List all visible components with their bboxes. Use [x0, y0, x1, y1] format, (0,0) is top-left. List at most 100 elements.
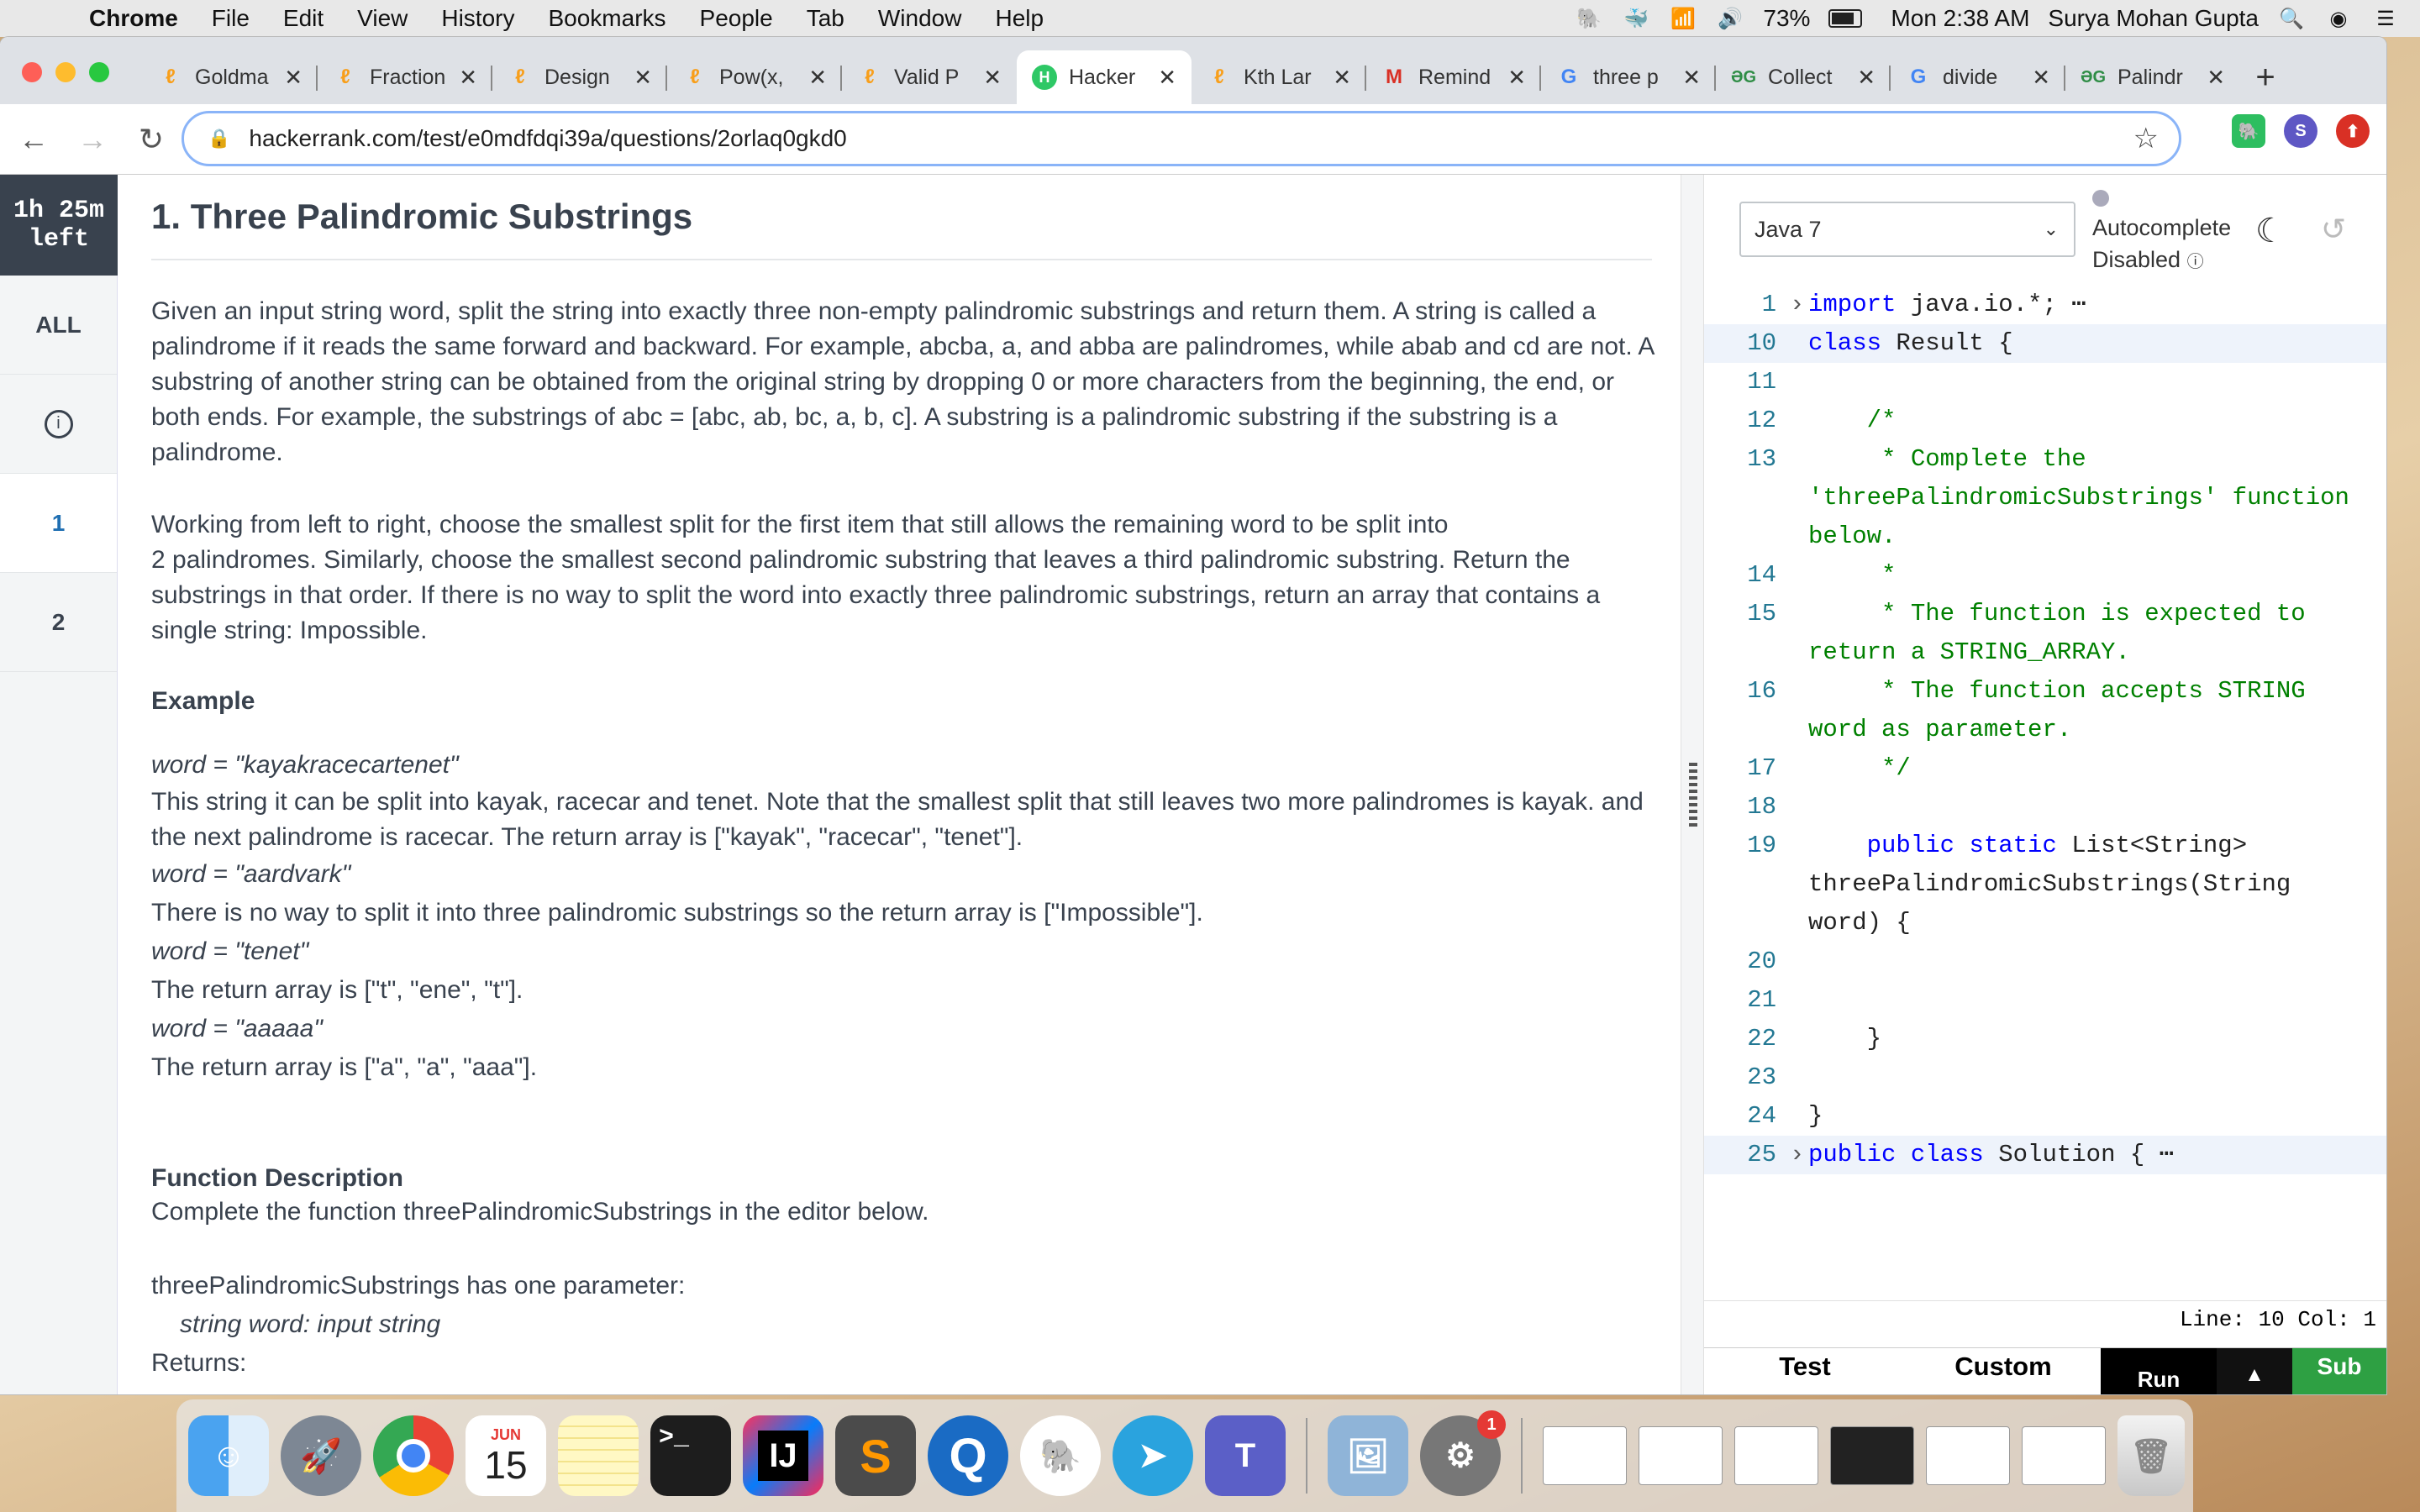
code-line[interactable]: 16 * The function accepts STRING word as… [1704, 672, 2386, 749]
code-line[interactable]: 20 [1704, 942, 2386, 981]
menu-help[interactable]: Help [995, 5, 1044, 32]
history-icon[interactable]: ↺ [2321, 212, 2346, 247]
code-line[interactable]: 18 [1704, 788, 2386, 827]
volume-icon[interactable]: 🔊 [1716, 7, 1744, 30]
code-line[interactable]: 1 › import java.io.*; ⋯ [1704, 286, 2386, 324]
code-area[interactable]: 1 › import java.io.*; ⋯ 10 class Result { 1… [1704, 286, 2386, 1290]
tab-fraction[interactable]: ℓ Fraction ✕ [318, 50, 492, 104]
tab-kth-largest[interactable]: ℓ Kth Lar ✕ [1192, 50, 1366, 104]
teams-icon[interactable]: T [1205, 1415, 1286, 1496]
sublime-text-icon[interactable]: S [835, 1415, 916, 1496]
bookmark-star-icon[interactable]: ☆ [2133, 122, 2159, 155]
sidebar-item-question-2[interactable]: 2 [0, 573, 117, 672]
info-icon[interactable]: ⓘ [2187, 253, 2204, 271]
code-line[interactable]: 22 } [1704, 1020, 2386, 1058]
sidebar-item-all[interactable]: ALL [0, 276, 117, 375]
tab-gfg-palindrome[interactable]: ƏG Palindr ✕ [2065, 50, 2240, 104]
code-line[interactable]: 10 class Result { [1704, 324, 2386, 363]
close-tab-icon[interactable]: ✕ [1857, 65, 1876, 91]
code-line[interactable]: 25 › public class Solution { ⋯ [1704, 1136, 2386, 1174]
sidebar-item-question-1[interactable]: 1 [0, 474, 117, 573]
notes-icon[interactable] [558, 1415, 639, 1496]
wifi-icon[interactable]: 📶 [1669, 7, 1697, 30]
tab-google-divide[interactable]: Gdivide ✕ [1891, 50, 2065, 104]
code-line[interactable]: 12 /* [1704, 402, 2386, 440]
fold-chevron-icon[interactable]: › [1790, 1136, 1808, 1174]
reload-icon[interactable]: ↻ [126, 114, 176, 165]
tab-goldman[interactable]: ℓ Goldma ✕ [143, 50, 318, 104]
code-line[interactable]: 21 [1704, 981, 2386, 1020]
zoom-window-button[interactable] [89, 62, 109, 82]
minimized-window-thumbnail[interactable] [1734, 1426, 1818, 1485]
tab-design[interactable]: ℓ Design ✕ [492, 50, 667, 104]
evernote-status-icon[interactable]: 🐘 [1575, 7, 1603, 30]
code-line[interactable]: 15 * The function is expected to return … [1704, 595, 2386, 672]
menu-view[interactable]: View [357, 5, 408, 32]
code-line[interactable]: 17 */ [1704, 749, 2386, 788]
back-arrow-icon[interactable]: ← [8, 114, 59, 165]
spotlight-search-icon[interactable]: 🔍 [2277, 7, 2306, 30]
forward-arrow-icon[interactable]: → [67, 114, 118, 165]
fold-chevron-icon[interactable]: › [1790, 286, 1808, 324]
submit-button[interactable]: Sub [2292, 1348, 2386, 1394]
tab-pow[interactable]: ℓ Pow(x, ✕ [667, 50, 842, 104]
dark-mode-moon-icon[interactable]: ☾ [2255, 212, 2286, 250]
tab-google-three[interactable]: Gthree p ✕ [1541, 50, 1716, 104]
telegram-icon[interactable]: ➤ [1113, 1415, 1193, 1496]
menu-bookmarks[interactable]: Bookmarks [548, 5, 666, 32]
evernote-extension-icon[interactable]: 🐘 [2232, 114, 2265, 148]
close-tab-icon[interactable]: ✕ [983, 65, 1002, 91]
close-tab-icon[interactable]: ✕ [1507, 65, 1526, 91]
menu-people[interactable]: People [700, 5, 773, 32]
tab-test[interactable]: Test [1704, 1348, 1906, 1394]
close-tab-icon[interactable]: ✕ [808, 65, 827, 91]
minimized-window-thumbnail[interactable] [1830, 1426, 1914, 1485]
launchpad-icon[interactable]: 🚀 [281, 1415, 361, 1496]
close-tab-icon[interactable]: ✕ [284, 65, 302, 91]
trash-icon[interactable]: 🗑 [2118, 1415, 2185, 1496]
intellij-icon[interactable]: IJ [743, 1415, 823, 1496]
close-tab-icon[interactable]: ✕ [459, 65, 477, 91]
close-tab-icon[interactable]: ✕ [2207, 65, 2225, 91]
code-line[interactable]: 14 * [1704, 556, 2386, 595]
code-line[interactable]: 11 [1704, 363, 2386, 402]
tab-custom-input[interactable]: Custom [1906, 1348, 2101, 1394]
run-options-chevron-icon[interactable]: ▲ [2217, 1348, 2292, 1394]
close-tab-icon[interactable]: ✕ [1333, 65, 1351, 91]
docker-icon[interactable]: 🐳 [1622, 7, 1650, 30]
close-tab-icon[interactable]: ✕ [1158, 65, 1176, 91]
extension-red-icon[interactable]: ⬆ [2336, 114, 2370, 148]
notification-center-icon[interactable]: ☰ [2371, 7, 2400, 30]
close-tab-icon[interactable]: ✕ [1682, 65, 1701, 91]
quicktime-icon[interactable]: Q [928, 1415, 1008, 1496]
close-window-button[interactable] [22, 62, 42, 82]
minimized-window-thumbnail[interactable] [1639, 1426, 1723, 1485]
preview-icon[interactable]: 🖼 [1328, 1415, 1408, 1496]
code-line[interactable]: 23 [1704, 1058, 2386, 1097]
url-text[interactable]: hackerrank.com/test/e0mdfdqi39a/question… [249, 125, 846, 152]
menu-window[interactable]: Window [878, 5, 962, 32]
new-tab-button[interactable]: + [2240, 50, 2291, 104]
close-tab-icon[interactable]: ✕ [634, 65, 652, 91]
menu-tab[interactable]: Tab [807, 5, 844, 32]
user-name[interactable]: Surya Mohan Gupta [2048, 5, 2259, 32]
minimized-window-thumbnail[interactable] [1543, 1426, 1627, 1485]
siri-icon[interactable]: ◉ [2324, 7, 2353, 30]
run-button[interactable]: Run [2101, 1348, 2217, 1394]
evernote-icon[interactable]: 🐘 [1020, 1415, 1101, 1496]
autocomplete-toggle[interactable]: Autocomplete Disabled ⓘ [2092, 190, 2231, 278]
code-line[interactable]: 19 public static List<String> threePalin… [1704, 827, 2386, 942]
language-select[interactable]: Java 7 ⌄ [1739, 202, 2075, 257]
menu-app-name[interactable]: Chrome [89, 5, 178, 32]
minimize-window-button[interactable] [55, 62, 76, 82]
drag-handle-icon[interactable] [1689, 763, 1697, 830]
tab-valid-p[interactable]: ℓ Valid P ✕ [842, 50, 1017, 104]
close-tab-icon[interactable]: ✕ [2032, 65, 2050, 91]
menu-file[interactable]: File [212, 5, 250, 32]
profile-avatar[interactable]: S [2284, 114, 2317, 148]
address-bar[interactable]: 🔒 hackerrank.com/test/e0mdfdqi39a/questi… [182, 111, 2181, 166]
system-preferences-icon[interactable]: ⚙ 1 [1420, 1410, 1506, 1496]
terminal-icon[interactable]: >_ [650, 1415, 731, 1496]
minimized-window-thumbnail[interactable] [2022, 1426, 2106, 1485]
tab-gfg-collect[interactable]: ƏG Collect ✕ [1716, 50, 1891, 104]
